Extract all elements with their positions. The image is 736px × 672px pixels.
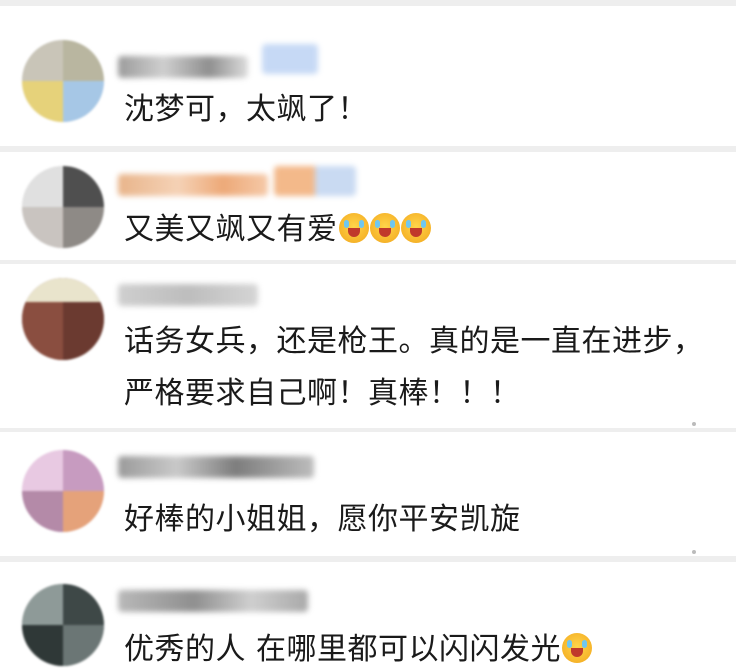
- comment-text: 话务女兵，还是枪王。真的是一直在进步，严格要求自己啊！真棒！！！: [124, 316, 706, 420]
- crying-laughing-emoji-icon: [369, 213, 400, 243]
- comment-text: 沈梦可，太飒了！: [124, 84, 706, 136]
- comment-text-content: 沈梦可，太飒了！: [124, 92, 368, 127]
- username-blurred[interactable]: [118, 590, 308, 612]
- divider-dot: [692, 550, 696, 554]
- comment-text-content: 又美又飒又有爱: [124, 212, 338, 247]
- comment-card[interactable]: 优秀的人 在哪里都可以闪闪发光: [0, 562, 736, 672]
- blushing-emoji-icon: [562, 633, 593, 663]
- comment-card[interactable]: 又美又飒又有爱: [0, 152, 736, 260]
- avatar[interactable]: [22, 166, 104, 248]
- avatar[interactable]: [22, 450, 104, 532]
- username-blurred[interactable]: [118, 56, 248, 78]
- avatar[interactable]: [22, 278, 104, 360]
- divider-dot: [692, 422, 696, 426]
- comment-card[interactable]: 沈梦可，太飒了！: [0, 6, 736, 146]
- comment-text-content: 话务女兵，还是枪王。真的是一直在进步，严格要求自己啊！真棒！！！: [124, 324, 704, 411]
- avatar[interactable]: [22, 584, 104, 666]
- comment-text: 优秀的人 在哪里都可以闪闪发光: [124, 624, 706, 672]
- comment-text-content: 优秀的人 在哪里都可以闪闪发光: [124, 632, 562, 667]
- avatar[interactable]: [22, 40, 104, 122]
- username-blurred[interactable]: [118, 456, 314, 478]
- comment-text-content: 好棒的小姐姐，愿你平安凯旋: [124, 502, 521, 537]
- comment-text: 又美又飒又有爱: [124, 204, 706, 256]
- badge-blurred: [274, 166, 356, 196]
- comment-card[interactable]: 话务女兵，还是枪王。真的是一直在进步，严格要求自己啊！真棒！！！: [0, 264, 736, 428]
- crying-laughing-emoji-icon: [400, 213, 431, 243]
- comment-feed: 沈梦可，太飒了！ 又美又飒又有爱 话务女兵，还是枪王。真的是一直在进步，严格要求…: [0, 0, 736, 672]
- username-blurred[interactable]: [118, 284, 258, 306]
- crying-laughing-emoji-icon: [338, 213, 369, 243]
- username-blurred[interactable]: [118, 174, 268, 196]
- comment-text: 好棒的小姐姐，愿你平安凯旋: [124, 494, 706, 546]
- comment-card[interactable]: 好棒的小姐姐，愿你平安凯旋: [0, 432, 736, 556]
- badge-blurred: [262, 44, 318, 74]
